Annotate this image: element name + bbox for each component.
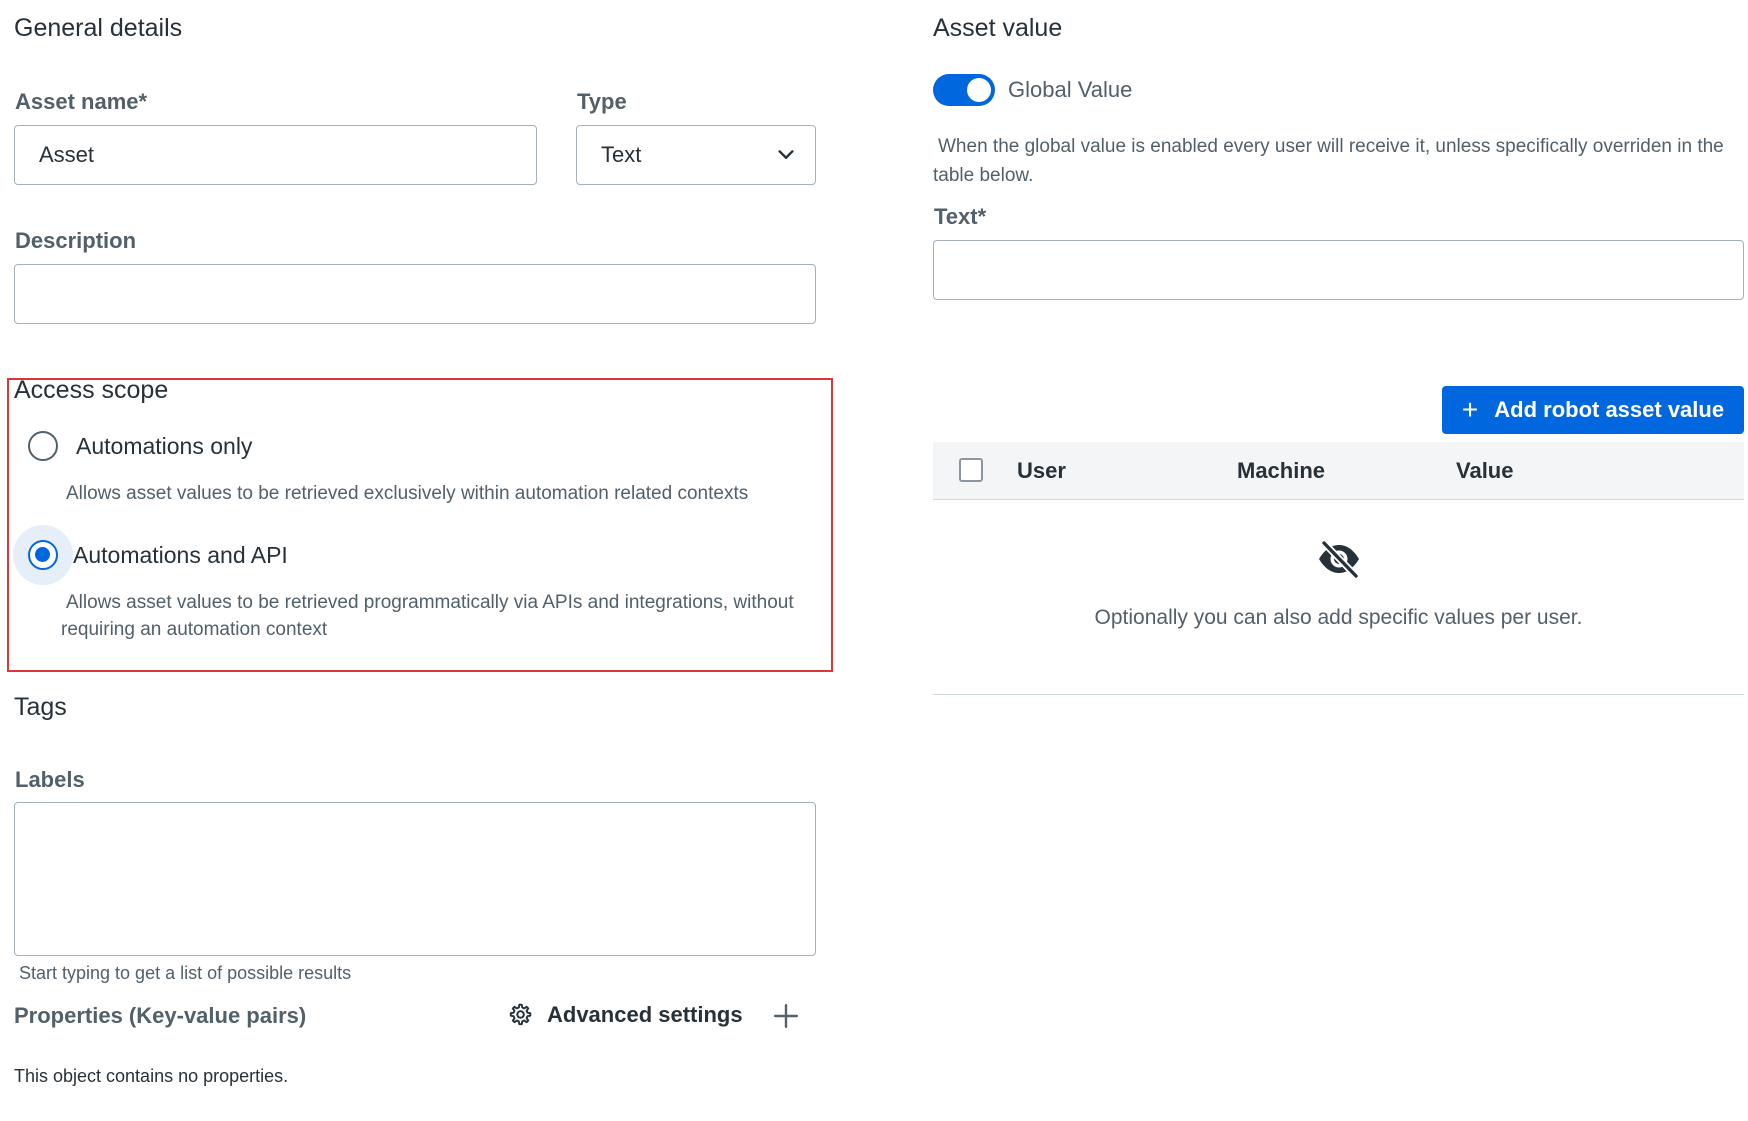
asset-name-label: Asset name* bbox=[15, 89, 147, 115]
column-header-machine[interactable]: Machine bbox=[1237, 458, 1325, 484]
text-label-text: Text bbox=[934, 204, 978, 229]
radio-label: Automations only bbox=[76, 432, 253, 459]
select-all-checkbox[interactable] bbox=[959, 458, 983, 482]
column-header-value[interactable]: Value bbox=[1456, 458, 1513, 484]
labels-field[interactable] bbox=[14, 802, 816, 956]
radio-automations-and-api[interactable]: Automations and API bbox=[28, 540, 288, 570]
column-header-user[interactable]: User bbox=[1017, 458, 1066, 484]
advanced-settings-label: Advanced settings bbox=[547, 1002, 743, 1027]
radio-automations-only[interactable]: Automations only bbox=[28, 431, 252, 461]
type-select-value: Text bbox=[601, 142, 642, 167]
automations-only-help: Allows asset values to be retrieved excl… bbox=[66, 483, 749, 504]
plus-icon[interactable] bbox=[773, 1003, 799, 1029]
description-label: Description bbox=[15, 228, 137, 253]
tags-heading: Tags bbox=[14, 693, 67, 721]
add-robot-asset-value-button[interactable]: + Add robot asset value bbox=[1442, 386, 1744, 434]
text-label: Text* bbox=[934, 204, 986, 230]
properties-heading: Properties (Key-value pairs) bbox=[14, 1003, 307, 1028]
required-mark: * bbox=[977, 204, 987, 229]
text-value-field[interactable] bbox=[933, 240, 1744, 300]
asset-name-label-text: Asset name bbox=[15, 89, 139, 114]
labels-input[interactable] bbox=[39, 817, 791, 847]
asset-name-field[interactable] bbox=[14, 125, 537, 185]
text-value-input[interactable] bbox=[958, 241, 1719, 299]
no-properties-text: This object contains no properties. bbox=[14, 1066, 289, 1086]
eye-off-icon bbox=[1319, 539, 1360, 579]
automations-and-api-help-line1: Allows asset values to be retrieved prog… bbox=[66, 592, 794, 613]
description-input[interactable] bbox=[39, 265, 791, 323]
gear-icon bbox=[509, 1003, 532, 1026]
chevron-down-icon bbox=[778, 150, 794, 159]
global-value-toggle-row[interactable]: Global Value bbox=[933, 74, 1132, 106]
radio-button[interactable] bbox=[28, 431, 58, 461]
radio-button-checked[interactable] bbox=[28, 540, 58, 570]
global-value-help-line1: When the global value is enabled every u… bbox=[938, 136, 1724, 157]
table-empty-text: Optionally you can also add specific val… bbox=[1094, 606, 1583, 629]
automations-and-api-help-line2: requiring an automation context bbox=[61, 619, 328, 640]
radio-label: Automations and API bbox=[73, 541, 288, 568]
access-scope-heading: Access scope bbox=[14, 376, 169, 404]
plus-icon: + bbox=[1461, 394, 1479, 425]
labels-hint: Start typing to get a list of possible r… bbox=[19, 963, 352, 983]
values-table-header: User Machine Value bbox=[933, 442, 1744, 500]
type-label: Type bbox=[577, 89, 627, 114]
labels-label: Labels bbox=[15, 767, 85, 792]
advanced-settings-button[interactable]: Advanced settings bbox=[507, 1002, 743, 1028]
asset-value-heading: Asset value bbox=[933, 14, 1063, 42]
global-value-help-line2: table below. bbox=[933, 165, 1034, 186]
global-value-label: Global Value bbox=[1008, 77, 1133, 102]
table-bottom-divider bbox=[933, 694, 1744, 695]
add-robot-asset-value-label: Add robot asset value bbox=[1494, 397, 1725, 422]
description-field[interactable] bbox=[14, 264, 816, 324]
asset-name-input[interactable] bbox=[39, 126, 512, 184]
type-select[interactable]: Text bbox=[576, 125, 816, 185]
general-details-heading: General details bbox=[14, 14, 183, 42]
global-value-toggle[interactable] bbox=[933, 74, 995, 106]
required-mark: * bbox=[138, 89, 148, 114]
